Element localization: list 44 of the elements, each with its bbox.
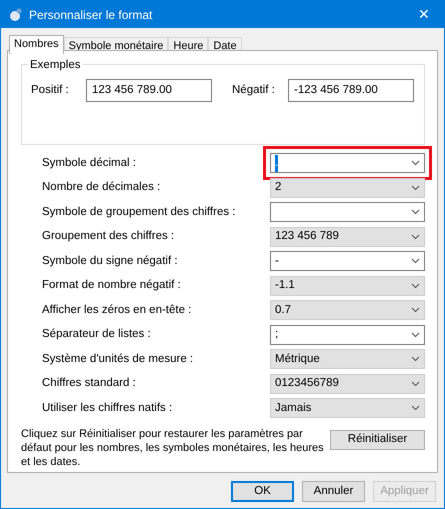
setting-label: Format de nombre négatif :	[42, 278, 182, 294]
tab[interactable]: Nombres	[9, 35, 64, 54]
chevron-down-icon	[411, 258, 420, 264]
chevron-down-icon	[411, 209, 420, 216]
chevron-down-icon	[411, 160, 420, 166]
setting-label: Symbole du signe négatif :	[42, 254, 179, 269]
setting-label: Système d'unités de mesure :	[42, 352, 194, 367]
setting-label: Symbole décimal :	[42, 156, 137, 171]
setting-label: Nombre de décimales :	[42, 180, 162, 196]
chevron-down-icon	[411, 380, 420, 387]
dialog-button[interactable]: Annuler	[302, 481, 365, 502]
positive-example-field: 123 456 789.00	[86, 79, 212, 102]
chevron-down-icon	[411, 405, 420, 412]
positive-label: Positif :	[31, 82, 70, 98]
app-icon	[9, 8, 23, 22]
chevron-down-icon	[411, 184, 420, 191]
combo-box[interactable]: -	[270, 251, 425, 272]
chevron-down-icon	[411, 332, 420, 338]
dropdown[interactable]: 0.7	[270, 300, 425, 320]
combo-box[interactable]	[270, 202, 425, 222]
setting-label: Symbole de groupement des chiffres :	[42, 204, 236, 220]
setting-label: Groupement des chiffres :	[42, 229, 176, 244]
setting-label: Chiffres standard :	[42, 376, 137, 392]
chevron-down-icon	[411, 234, 420, 240]
negative-label: Négatif :	[232, 82, 276, 98]
dropdown[interactable]: Métrique	[270, 349, 425, 370]
reset-button[interactable]: Réinitialiser	[330, 430, 425, 450]
combo-box[interactable]: ;	[270, 324, 425, 345]
dropdown[interactable]: 123 456 789	[270, 226, 425, 247]
close-button[interactable]: ✕	[404, 3, 444, 26]
window-title: Personnaliser le format	[29, 6, 154, 24]
chevron-down-icon	[411, 307, 420, 314]
reset-description: Cliquez sur Réinitialiser pour restaurer les paramètres par défaut pour les nombres, les symboles monétaires, les heures et les dates.	[21, 426, 325, 468]
dropdown[interactable]: Jamais	[270, 398, 425, 418]
dropdown[interactable]: -1.1	[270, 276, 425, 296]
setting-label: Séparateur de listes :	[42, 327, 152, 342]
setting-label: Utiliser les chiffres natifs :	[42, 400, 174, 416]
dropdown[interactable]: 0123456789	[270, 374, 425, 394]
chevron-down-icon	[411, 282, 420, 289]
dialog-button[interactable]: OK	[231, 481, 294, 502]
chevron-down-icon	[411, 356, 420, 362]
dropdown[interactable]: 2	[270, 178, 425, 198]
negative-example-field: -123 456 789.00	[288, 79, 414, 102]
setting-label: Afficher les zéros en en-tête :	[42, 302, 192, 318]
